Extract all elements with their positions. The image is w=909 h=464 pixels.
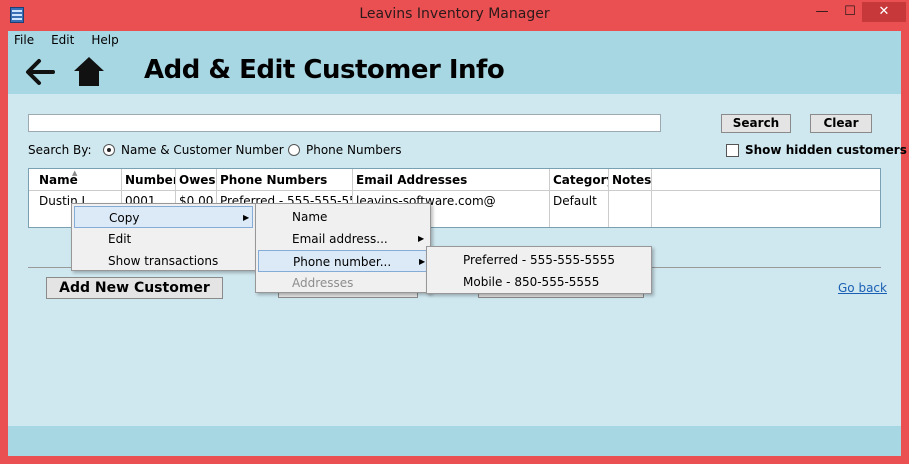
- page-title: Add & Edit Customer Info: [144, 55, 505, 85]
- go-back-link[interactable]: Go back: [838, 281, 887, 295]
- menu-item-label: Email address...: [292, 232, 388, 246]
- menu-item-edit[interactable]: Edit: [74, 228, 253, 250]
- radio-dot: [107, 148, 111, 152]
- menu-file[interactable]: File: [12, 33, 36, 51]
- minimize-button[interactable]: —: [808, 2, 836, 22]
- title-bar: Leavins Inventory Manager — ☐ ✕: [0, 0, 909, 30]
- header-band: File Edit Help Add & Edit Customer Info: [8, 31, 901, 94]
- menu-item-phone-number[interactable]: Phone number... ▶: [258, 250, 428, 272]
- copy-submenu: Name Email address... ▶ Phone number... …: [255, 203, 431, 293]
- menu-item-email-address[interactable]: Email address... ▶: [258, 228, 428, 250]
- menu-item-show-transactions[interactable]: Show transactions: [74, 250, 253, 272]
- menu-item-label: Show transactions: [108, 254, 219, 268]
- checkbox-label: Show hidden customers: [745, 143, 907, 157]
- home-icon[interactable]: [72, 55, 106, 87]
- search-input[interactable]: [28, 114, 661, 132]
- radio-circle: [288, 144, 300, 156]
- column-notes[interactable]: Notes: [609, 169, 652, 191]
- back-arrow-icon[interactable]: [24, 57, 56, 87]
- submenu-arrow-icon: ▶: [418, 234, 425, 243]
- menu-item-copy[interactable]: Copy ▶: [74, 206, 253, 228]
- menu-item-preferred-phone[interactable]: Preferred - 555-555-5555: [429, 249, 649, 271]
- context-menu: Copy ▶ Edit Show transactions: [71, 203, 256, 271]
- search-button[interactable]: Search: [721, 114, 791, 133]
- add-new-customer-button[interactable]: Add New Customer: [46, 277, 223, 299]
- window-title: Leavins Inventory Manager: [359, 6, 550, 22]
- close-button[interactable]: ✕: [862, 2, 906, 22]
- menu-item-label: Mobile - 850-555-5555: [463, 275, 600, 289]
- column-number[interactable]: Number: [122, 169, 176, 191]
- column-phone-numbers[interactable]: Phone Numbers: [217, 169, 353, 191]
- maximize-button[interactable]: ☐: [836, 2, 864, 22]
- menu-item-label: Edit: [108, 232, 132, 246]
- search-by-label: Search By:: [28, 143, 92, 157]
- column-owes[interactable]: Owes: [176, 169, 217, 191]
- menu-item-label: Phone number...: [293, 255, 392, 269]
- footer-band: [8, 426, 901, 456]
- clear-button[interactable]: Clear: [810, 114, 872, 133]
- column-category[interactable]: Category: [550, 169, 609, 191]
- menu-item-label: Preferred - 555-555-5555: [463, 253, 616, 267]
- menu-item-label: Copy: [109, 211, 140, 225]
- submenu-arrow-icon: ▶: [243, 213, 250, 222]
- menu-item-label: Addresses: [292, 276, 354, 290]
- radio-label: Name & Customer Number: [121, 143, 284, 157]
- checkbox-box: [726, 144, 739, 157]
- column-name[interactable]: Name: [36, 169, 122, 191]
- menu-item-label: Name: [292, 210, 328, 224]
- radio-circle: [103, 144, 115, 156]
- grid-header: ▲ Name Number Owes Phone Numbers Email A…: [29, 169, 880, 191]
- menu-item-addresses: Addresses: [258, 272, 428, 294]
- menu-edit[interactable]: Edit: [49, 33, 76, 51]
- cell-notes: [609, 191, 652, 227]
- menu-item-name[interactable]: Name: [258, 206, 428, 228]
- cell-category: Default: [550, 191, 609, 227]
- menu-help[interactable]: Help: [89, 33, 120, 51]
- submenu-arrow-icon: ▶: [419, 257, 426, 266]
- column-email-addresses[interactable]: Email Addresses: [353, 169, 550, 191]
- radio-label: Phone Numbers: [306, 143, 402, 157]
- menu-bar: File Edit Help: [12, 33, 121, 51]
- menu-item-mobile-phone[interactable]: Mobile - 850-555-5555: [429, 271, 649, 293]
- phone-submenu: Preferred - 555-555-5555 Mobile - 850-55…: [426, 246, 652, 294]
